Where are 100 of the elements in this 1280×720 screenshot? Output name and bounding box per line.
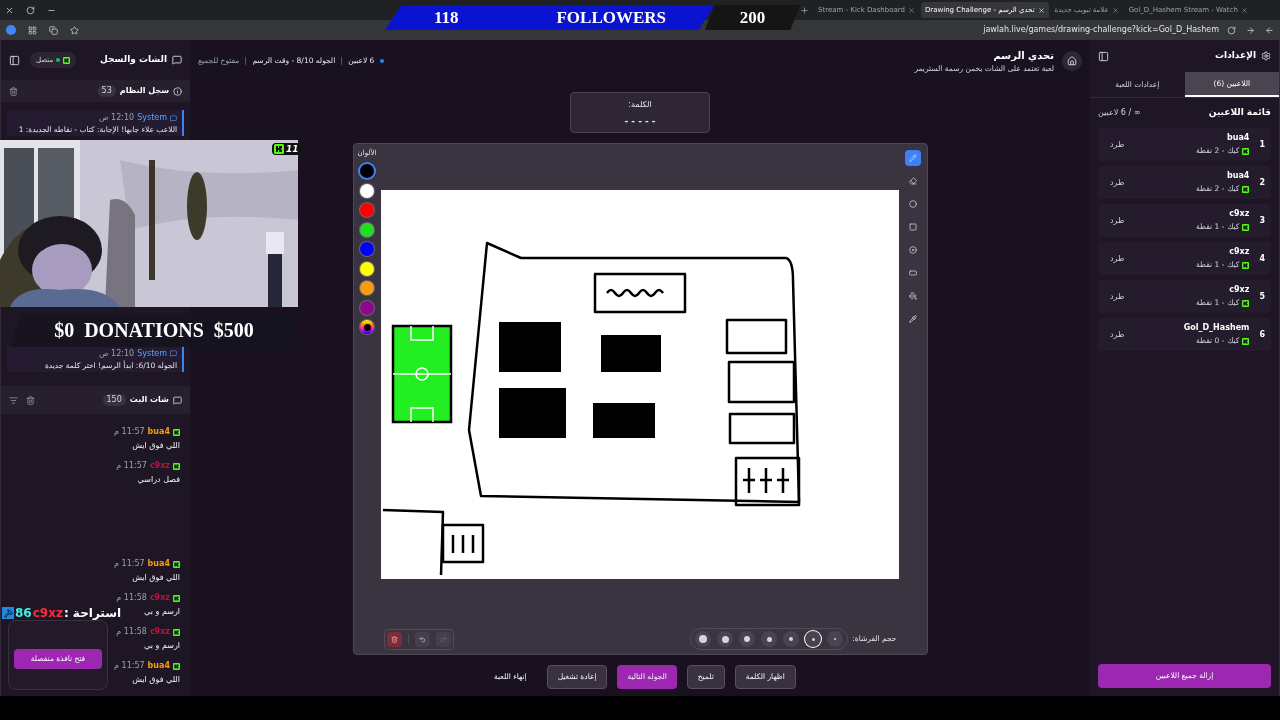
chat-time: 11:58 م bbox=[116, 592, 147, 604]
reload-icon[interactable] bbox=[1227, 25, 1236, 35]
close-icon[interactable] bbox=[1111, 6, 1119, 14]
brush-size-button[interactable] bbox=[739, 631, 756, 648]
capacity-text: ∞ / 6 لاعبين bbox=[1098, 107, 1141, 119]
star-icon[interactable] bbox=[70, 25, 79, 35]
bucket-icon bbox=[908, 292, 917, 300]
followers-count: 118 bbox=[433, 6, 459, 29]
color-swatch[interactable] bbox=[360, 300, 374, 315]
kick-button[interactable]: طرد bbox=[1104, 138, 1131, 151]
donations-label: DONATIONS bbox=[84, 318, 204, 343]
clear-button[interactable] bbox=[386, 631, 402, 647]
color-swatch[interactable] bbox=[360, 281, 374, 295]
hammer-icon bbox=[2, 607, 14, 619]
color-swatch[interactable] bbox=[360, 164, 374, 178]
close-icon[interactable] bbox=[907, 6, 915, 14]
logo-icon bbox=[1242, 147, 1250, 155]
logo-icon bbox=[173, 628, 180, 636]
home-button[interactable] bbox=[1062, 51, 1082, 71]
logo-icon bbox=[173, 560, 180, 568]
word-hint: - - - - - bbox=[624, 117, 656, 126]
logo-icon bbox=[1242, 223, 1250, 231]
trash-icon bbox=[390, 635, 398, 643]
color-swatch[interactable] bbox=[360, 203, 374, 217]
chat-message: اللي فوق ايش bbox=[132, 440, 180, 452]
color-swatch[interactable] bbox=[360, 222, 374, 237]
donations-goal: $500 bbox=[213, 318, 254, 343]
list-icon[interactable] bbox=[9, 395, 18, 405]
undo-button[interactable] bbox=[414, 631, 430, 647]
chat-icon bbox=[173, 395, 182, 405]
brush-size-button[interactable] bbox=[805, 631, 822, 648]
player-rank: 5 bbox=[1259, 290, 1265, 303]
donations-current: $0 bbox=[54, 318, 75, 343]
pencil-icon bbox=[908, 154, 917, 162]
log-source: System bbox=[137, 347, 167, 360]
kick-button[interactable]: طرد bbox=[1104, 214, 1131, 227]
color-swatch[interactable] bbox=[360, 242, 374, 256]
pencil-tool-button[interactable] bbox=[904, 150, 921, 166]
collapse-icon[interactable] bbox=[1098, 50, 1109, 62]
kick-button[interactable]: طرد bbox=[1104, 252, 1131, 265]
circle-icon bbox=[908, 200, 917, 208]
followers-label: FOLLOWERS bbox=[556, 6, 667, 29]
alert-code: 86 bbox=[15, 607, 32, 619]
dot-icon bbox=[908, 246, 917, 254]
forward-icon[interactable] bbox=[1246, 25, 1255, 35]
player-rank: 4 bbox=[1259, 252, 1265, 265]
refresh-icon[interactable] bbox=[26, 5, 35, 15]
chat-time: 11:57 م bbox=[114, 426, 145, 438]
close-icon[interactable] bbox=[1240, 6, 1248, 14]
kick-button[interactable]: طرد bbox=[1104, 328, 1131, 341]
logo-icon bbox=[1242, 337, 1250, 345]
brush-size-button[interactable] bbox=[783, 631, 800, 648]
logo-icon bbox=[1242, 185, 1250, 193]
color-swatch[interactable] bbox=[360, 261, 374, 276]
alert-label: استراحة : bbox=[63, 607, 122, 619]
chat-time: 11:57 م bbox=[116, 460, 147, 472]
kick-button[interactable]: طرد bbox=[1104, 290, 1131, 303]
brush-size-button[interactable] bbox=[695, 631, 712, 648]
apps-icon[interactable] bbox=[28, 25, 37, 35]
kick-button[interactable]: طرد bbox=[1104, 176, 1131, 189]
alert-user: c9xz bbox=[32, 607, 63, 619]
new-tab-icon[interactable] bbox=[800, 5, 809, 15]
avatar-icon[interactable] bbox=[6, 25, 16, 35]
close-icon[interactable] bbox=[5, 5, 14, 15]
page-title: تحدي الرسم bbox=[992, 48, 1054, 63]
logo-icon bbox=[173, 594, 180, 602]
log-source: System bbox=[137, 112, 167, 124]
chat-time: 11:57 م bbox=[114, 558, 145, 570]
back-icon[interactable] bbox=[1265, 25, 1274, 35]
brush-size-button[interactable] bbox=[717, 631, 734, 648]
trash-icon[interactable] bbox=[9, 86, 18, 96]
player-rank: 6 bbox=[1259, 328, 1265, 341]
brush-size-button[interactable] bbox=[761, 631, 778, 648]
color-swatch[interactable] bbox=[360, 183, 374, 198]
chat-username: bua4 bbox=[147, 660, 170, 672]
chat-message: ارسم و بي bbox=[144, 606, 180, 618]
tabs-icon[interactable] bbox=[49, 25, 58, 35]
drawing-canvas[interactable] bbox=[380, 190, 899, 579]
section-title: سجل النظام bbox=[119, 85, 169, 97]
section-title: شات البث bbox=[129, 394, 169, 406]
player-name: bua4 bbox=[1227, 170, 1250, 183]
player-name: c9xz bbox=[1229, 284, 1250, 297]
panel-title: الشات والسجل bbox=[100, 53, 167, 67]
chat-username: c9xz bbox=[149, 460, 170, 472]
close-icon[interactable] bbox=[1037, 6, 1045, 14]
logo-icon bbox=[63, 56, 71, 64]
count-badge: 53 bbox=[97, 85, 116, 97]
player-rank: 2 bbox=[1259, 176, 1265, 189]
collapse-icon[interactable] bbox=[9, 54, 20, 66]
square-icon bbox=[908, 223, 917, 231]
word-label: الكلمة: bbox=[628, 99, 652, 111]
player-name: c9xz bbox=[1229, 246, 1250, 259]
trash-icon[interactable] bbox=[26, 395, 35, 405]
logo-icon bbox=[173, 662, 180, 670]
chat-message: فصل دراسي bbox=[137, 474, 180, 486]
player-rank: 1 bbox=[1259, 138, 1265, 151]
section-title: قائمة اللاعبين bbox=[1208, 106, 1271, 120]
url-text[interactable]: jawlah.live/games/drawing-challenge?kick=Gol_D_Hashem bbox=[983, 24, 1219, 36]
chat-message: اللي فوق ايش bbox=[132, 674, 180, 686]
log-time: 12:10 ص bbox=[98, 112, 135, 124]
